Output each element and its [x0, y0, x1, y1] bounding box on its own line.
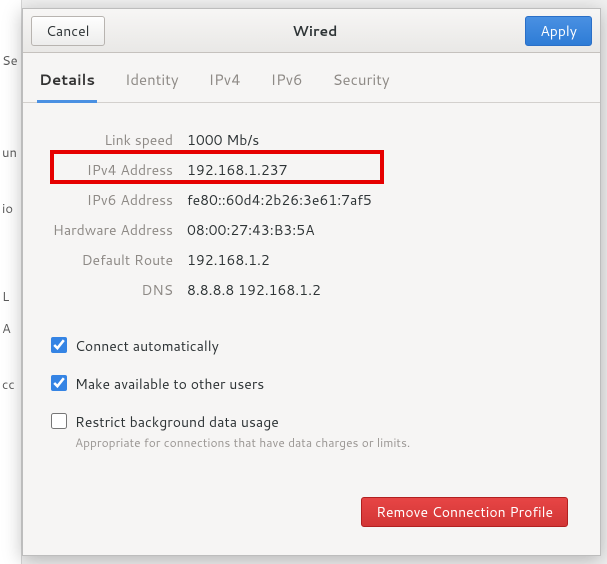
detail-value: 192.168.1.2: [187, 250, 270, 270]
detail-value: 08:00:27:43:B3:5A: [187, 220, 315, 240]
tab-ipv6[interactable]: IPv6: [269, 63, 305, 103]
detail-ipv6-address: IPv6 Address fe80::60d4:2b26:3e61:7af5: [41, 185, 582, 215]
detail-ipv4-address: IPv4 Address 192.168.1.237: [41, 155, 582, 185]
detail-label: IPv4 Address: [41, 160, 173, 180]
detail-label: DNS: [41, 280, 173, 300]
detail-value: 1000 Mb/s: [187, 130, 259, 150]
checkbox-label: Make available to other users: [75, 374, 264, 394]
tab-bar: Details Identity IPv4 IPv6 Security: [23, 53, 600, 103]
detail-hardware-address: Hardware Address 08:00:27:43:B3:5A: [41, 215, 582, 245]
apply-button[interactable]: Apply: [525, 16, 592, 46]
background-sidebar: Se un io L A cc: [0, 0, 22, 564]
restrict-background-data-checkbox[interactable]: [51, 413, 67, 429]
details-panel: Link speed 1000 Mb/s IPv4 Address 192.16…: [23, 103, 600, 555]
detail-value: 192.168.1.237: [187, 160, 288, 180]
option-connect-automatically[interactable]: Connect automatically: [51, 327, 582, 365]
checkbox-label: Connect automatically: [75, 336, 219, 356]
detail-label: IPv6 Address: [41, 190, 173, 210]
connection-dialog: Cancel Wired Apply Details Identity IPv4…: [22, 8, 601, 556]
dialog-title: Wired: [105, 21, 526, 41]
checkbox-subtitle: Appropriate for connections that have da…: [75, 434, 410, 451]
connect-automatically-checkbox[interactable]: [51, 337, 67, 353]
tab-security[interactable]: Security: [331, 63, 392, 103]
detail-label: Link speed: [41, 130, 173, 150]
headerbar: Cancel Wired Apply: [23, 9, 600, 53]
detail-default-route: Default Route 192.168.1.2: [41, 245, 582, 275]
available-to-others-checkbox[interactable]: [51, 375, 67, 391]
detail-label: Hardware Address: [41, 220, 173, 240]
tab-identity[interactable]: Identity: [123, 63, 181, 103]
detail-dns: DNS 8.8.8.8 192.168.1.2: [41, 275, 582, 305]
option-restrict-background-data[interactable]: Restrict background data usage Appropria…: [51, 403, 582, 460]
detail-label: Default Route: [41, 250, 173, 270]
tab-ipv4[interactable]: IPv4: [207, 63, 243, 103]
option-available-to-others[interactable]: Make available to other users: [51, 365, 582, 403]
remove-connection-button[interactable]: Remove Connection Profile: [361, 497, 568, 527]
tab-details[interactable]: Details: [37, 63, 97, 103]
options-list: Connect automatically Make available to …: [51, 327, 582, 460]
dialog-footer: Remove Connection Profile: [41, 483, 582, 541]
cancel-button[interactable]: Cancel: [31, 16, 105, 46]
detail-value: 8.8.8.8 192.168.1.2: [187, 280, 321, 300]
detail-link-speed: Link speed 1000 Mb/s: [41, 125, 582, 155]
checkbox-label: Restrict background data usage: [75, 412, 410, 432]
details-list: Link speed 1000 Mb/s IPv4 Address 192.16…: [41, 125, 582, 305]
detail-value: fe80::60d4:2b26:3e61:7af5: [187, 190, 372, 210]
